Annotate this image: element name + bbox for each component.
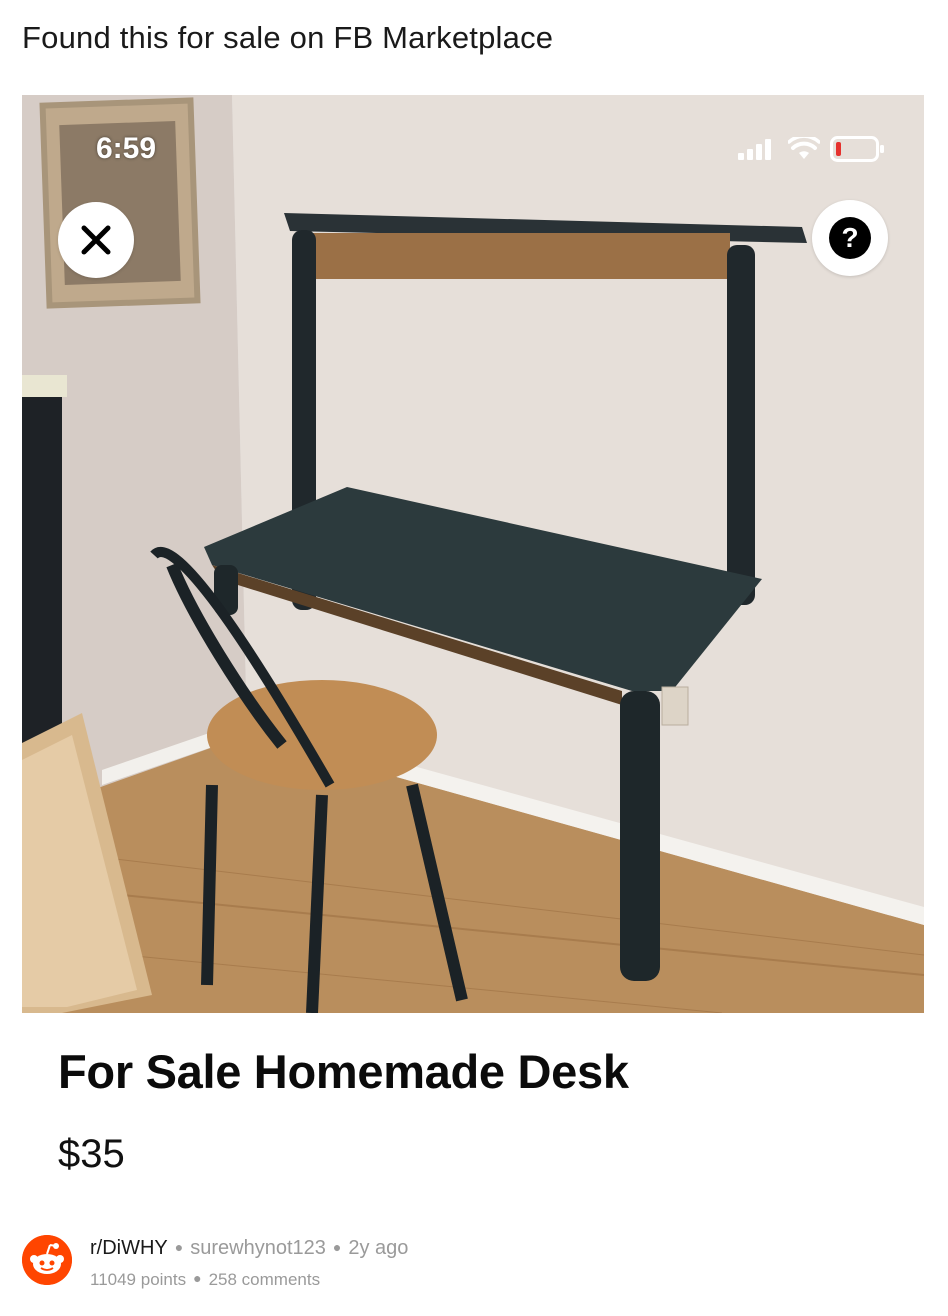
status-bar-icons [738,136,886,162]
separator-dot-icon: ● [332,1239,342,1255]
listing-price: $35 [58,1132,125,1176]
post-meta: r/DiWHY ● surewhynot123 ● 2y ago 11049 point… [22,1233,622,1293]
post-meta-line: r/DiWHY ● surewhynot123 ● 2y ago [90,1237,408,1260]
help-icon: ? [829,217,871,259]
reddit-logo-icon[interactable] [22,1235,72,1285]
author-link[interactable]: surewhynot123 [190,1237,326,1259]
listing-photo[interactable] [22,95,924,1013]
comments-link[interactable]: 258 comments [209,1270,321,1289]
separator-dot-icon: ● [193,1270,202,1286]
close-button[interactable] [58,202,134,278]
status-bar-time: 6:59 [96,132,157,165]
points-count: 11049 points [90,1270,187,1289]
listing-title: For Sale Homemade Desk [58,1045,629,1098]
wifi-icon [788,137,820,159]
separator-dot-icon: ● [174,1239,184,1255]
help-button[interactable]: ? [812,200,888,276]
subreddit-link[interactable]: r/DiWHY [90,1237,168,1259]
post-stats-line: 11049 points ● 258 comments [90,1270,320,1290]
battery-low-icon [830,136,884,162]
close-icon [81,225,111,255]
post-age: 2y ago [348,1237,409,1259]
desk-photo-illustration [22,95,924,1013]
post-title[interactable]: Found this for sale on FB Marketplace [22,20,553,56]
signal-bars-icon [738,139,771,160]
